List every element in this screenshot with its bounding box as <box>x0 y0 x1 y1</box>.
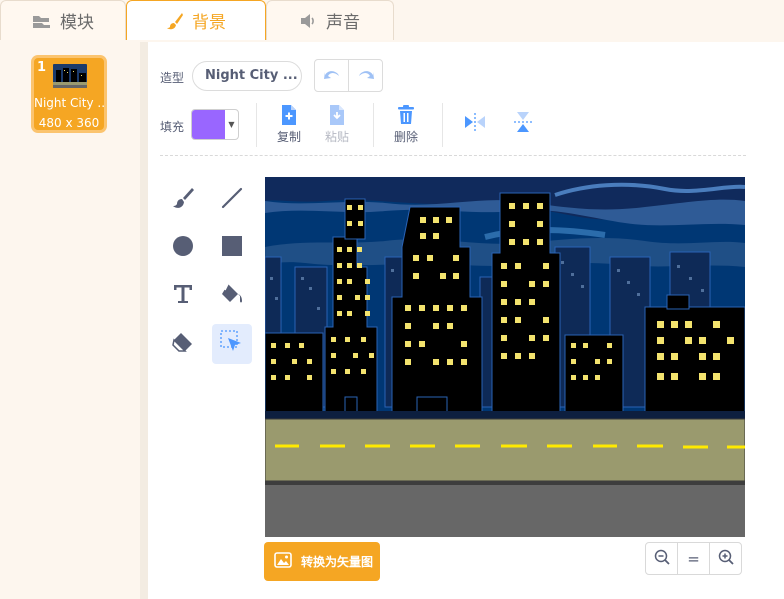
toolbar-divider <box>442 103 443 147</box>
flip-vertical-icon <box>514 111 532 137</box>
toolbar-divider <box>373 103 374 147</box>
tab-sounds[interactable]: 声音 <box>266 0 394 40</box>
paste-icon <box>314 104 360 126</box>
speaker-icon <box>300 13 318 29</box>
text-icon <box>171 282 195 310</box>
redo-icon <box>357 66 375 85</box>
tab-code[interactable]: 模块 <box>0 0 126 40</box>
zoom-controls: = <box>645 542 742 575</box>
night-city-backdrop <box>265 177 745 537</box>
circle-tool[interactable] <box>163 228 203 268</box>
backdrop-size: 480 x 360 <box>38 116 100 130</box>
delete-button[interactable]: 删除 <box>383 104 429 145</box>
circle-icon <box>171 234 195 262</box>
undo-button[interactable] <box>315 60 348 91</box>
undo-redo-group <box>314 59 383 92</box>
flip-vertical-button[interactable] <box>503 104 543 144</box>
zoom-out-button[interactable] <box>646 543 677 574</box>
flip-horizontal-icon <box>464 113 486 135</box>
trash-icon <box>383 104 429 126</box>
select-cursor-icon <box>219 329 245 359</box>
costume-name-input[interactable]: Night City ... <box>192 61 302 91</box>
zoom-reset-button[interactable]: = <box>677 543 709 574</box>
rectangle-icon <box>220 234 244 262</box>
paint-bucket-icon <box>219 282 245 310</box>
costume-label: 造型 <box>160 71 185 85</box>
chevron-down-icon: ▼ <box>228 120 235 129</box>
tab-code-label: 模块 <box>60 13 94 33</box>
convert-to-vector-button[interactable]: 转换为矢量图 <box>264 542 380 581</box>
rectangle-tool[interactable] <box>212 228 252 268</box>
fill-color-picker[interactable]: ▼ <box>191 109 239 140</box>
convert-to-vector-label: 转换为矢量图 <box>301 555 374 569</box>
pane-divider <box>140 42 148 599</box>
eraser-icon <box>171 330 195 358</box>
undo-icon <box>323 66 341 85</box>
drawing-canvas[interactable] <box>265 177 745 537</box>
backdrop-number: 1 <box>37 60 47 75</box>
fill-bucket-tool[interactable] <box>212 276 252 316</box>
copy-button[interactable]: 复制 <box>266 104 312 145</box>
copy-label: 复制 <box>276 130 301 144</box>
tab-backdrops[interactable]: 背景 <box>126 0 266 40</box>
zoom-out-icon <box>654 549 670 569</box>
text-tool[interactable] <box>163 276 203 316</box>
image-icon <box>274 551 292 572</box>
line-tool[interactable] <box>212 180 252 220</box>
backdrop-name: Night City ... <box>34 96 107 110</box>
tab-backdrops-label: 背景 <box>192 13 226 33</box>
zoom-in-icon <box>718 549 734 569</box>
fill-label: 填充 <box>160 120 185 134</box>
brush-tool[interactable] <box>163 180 203 220</box>
toolbar-divider <box>256 103 257 147</box>
flip-horizontal-button[interactable] <box>455 104 495 144</box>
line-icon <box>220 186 244 214</box>
backdrop-item-1[interactable]: 1 Night City ... 480 x 360 <box>31 55 107 133</box>
backdrop-thumbnail <box>53 64 87 88</box>
paste-label: 粘贴 <box>324 130 349 144</box>
select-tool[interactable] <box>212 324 252 364</box>
tab-sounds-label: 声音 <box>326 13 360 33</box>
editor-tab-bar: 模块 背景 声音 <box>0 0 784 42</box>
code-blocks-icon <box>32 13 52 29</box>
toolbar-separator <box>160 155 746 156</box>
eraser-tool[interactable] <box>163 324 203 364</box>
copy-icon <box>266 104 312 126</box>
brush-icon <box>171 186 195 214</box>
fill-color-swatch <box>192 110 225 139</box>
redo-button[interactable] <box>348 60 382 91</box>
paintbrush-icon <box>166 12 184 30</box>
zoom-in-button[interactable] <box>709 543 741 574</box>
paste-button[interactable]: 粘贴 <box>314 104 360 145</box>
delete-label: 删除 <box>393 130 418 144</box>
